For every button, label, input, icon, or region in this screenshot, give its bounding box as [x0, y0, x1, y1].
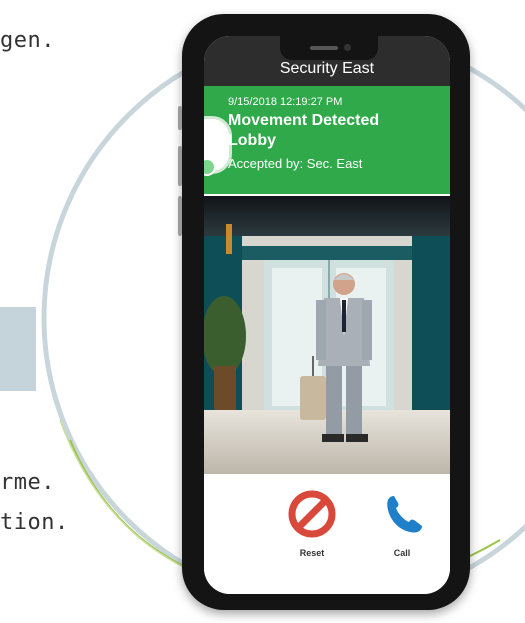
- call-label: Call: [393, 548, 411, 558]
- phone-side-button: [178, 106, 182, 130]
- phone-volume-up: [178, 146, 182, 186]
- phone-frame: Security East 9/15/2018 12:19:27 PM Move…: [178, 14, 470, 610]
- reset-label: Reset: [299, 548, 325, 558]
- phone-notch: [280, 36, 378, 60]
- app-title: Security East: [279, 60, 375, 77]
- call-button[interactable]: Call: [372, 484, 432, 564]
- alert-location: Lobby: [228, 132, 276, 149]
- reset-button[interactable]: Reset: [282, 484, 342, 564]
- phone-icon: [387, 496, 422, 533]
- front-camera: [344, 44, 351, 51]
- lobby-camera-image: [204, 196, 450, 474]
- alert-timestamp: 9/15/2018 12:19:27 PM: [228, 96, 343, 108]
- speaker-grille: [310, 46, 338, 50]
- phone-screen: Security East 9/15/2018 12:19:27 PM Move…: [204, 36, 450, 594]
- alert-card[interactable]: 9/15/2018 12:19:27 PM Movement Detected …: [204, 86, 450, 194]
- action-bar: Reset Call: [204, 474, 450, 594]
- alert-event: Movement Detected: [228, 112, 380, 129]
- camera-video-feed[interactable]: [204, 196, 450, 474]
- prohibited-icon: [288, 490, 336, 538]
- alert-accepted-by: Accepted by: Sec. East: [228, 156, 363, 171]
- phone-volume-down: [178, 196, 182, 236]
